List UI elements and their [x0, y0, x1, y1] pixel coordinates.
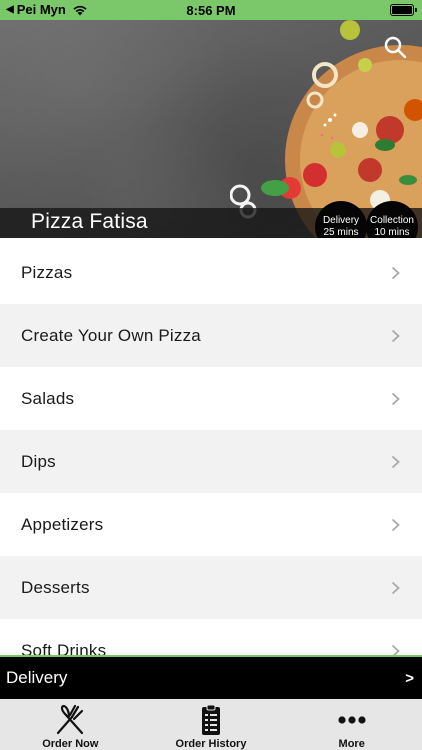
tab-more[interactable]: More	[281, 699, 422, 750]
tab-label: Order Now	[42, 738, 99, 750]
menu-item-create-your-own-pizza[interactable]: Create Your Own Pizza	[0, 304, 422, 367]
chevron-right-icon	[391, 518, 400, 531]
status-bar: ◀ Pei Myn 8:56 PM	[0, 0, 422, 20]
tab-bar: Order Now Order History More	[0, 699, 422, 750]
search-icon[interactable]	[382, 34, 408, 60]
delivery-mode-label: Delivery	[6, 668, 68, 687]
battery-icon	[390, 4, 417, 16]
menu-item-label: Desserts	[21, 577, 90, 597]
delivery-badge-time: 25 mins	[323, 227, 359, 238]
menu-item-label: Salads	[21, 388, 75, 408]
delivery-badge-title: Delivery	[322, 215, 360, 226]
restaurant-name: Pizza Fatisa	[31, 210, 148, 233]
menu-item-label: Dips	[21, 451, 56, 471]
delivery-mode-arrow: >	[405, 669, 414, 687]
status-time: 8:56 PM	[186, 3, 236, 18]
collection-badge-time: 10 mins	[374, 227, 410, 238]
tab-order-now[interactable]: Order Now	[0, 699, 141, 750]
tab-order-history[interactable]: Order History	[141, 699, 282, 750]
chevron-right-icon	[391, 455, 400, 468]
menu-item-desserts[interactable]: Desserts	[0, 556, 422, 619]
menu-category-list: Pizzas Create Your Own Pizza Salads Dips…	[0, 241, 422, 657]
menu-item-label: Appetizers	[21, 514, 104, 534]
menu-item-soft-drinks[interactable]: Soft Drinks	[0, 619, 422, 657]
chevron-right-icon	[391, 392, 400, 405]
menu-item-label: Create Your Own Pizza	[21, 325, 201, 345]
tab-label: More	[338, 738, 365, 750]
delivery-mode-bar[interactable]: Delivery >	[0, 657, 422, 699]
tab-label: Order History	[175, 738, 247, 750]
fork-knife-icon	[57, 704, 84, 735]
chevron-right-icon	[391, 329, 400, 342]
collection-badge-title: Collection	[370, 215, 414, 226]
more-dots-icon	[338, 716, 366, 724]
menu-item-pizzas[interactable]: Pizzas	[0, 241, 422, 304]
chevron-right-icon	[391, 581, 400, 594]
menu-item-dips[interactable]: Dips	[0, 430, 422, 493]
menu-item-salads[interactable]: Salads	[0, 367, 422, 430]
hero-banner: Pizza Fatisa Delivery 25 mins Collection…	[0, 20, 422, 238]
clipboard-icon	[202, 704, 220, 735]
menu-item-appetizers[interactable]: Appetizers	[0, 493, 422, 556]
chevron-right-icon	[391, 266, 400, 279]
menu-item-label: Pizzas	[21, 262, 73, 282]
